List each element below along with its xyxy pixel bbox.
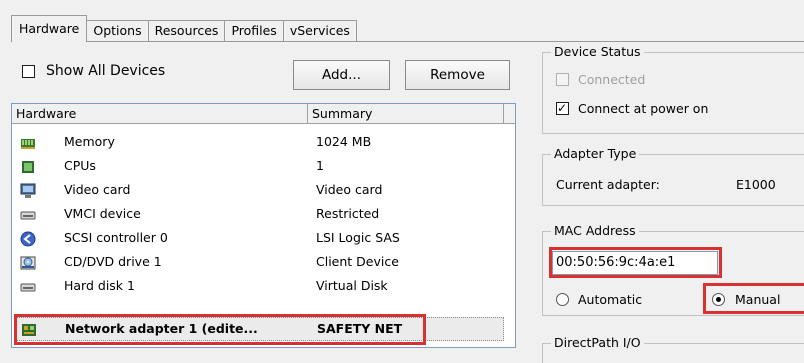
row-name: Video card [64,182,131,197]
memory-icon [21,139,35,149]
manual-label: Manual [735,292,781,307]
connect-at-power-on-label: Connect at power on [578,101,709,116]
row-name: CPUs [64,158,96,173]
connected-checkbox[interactable]: Connected [556,72,645,87]
add-device-button-label: Add... [321,67,361,83]
manual-radio-button[interactable] [712,293,725,306]
row-name: VMCI device [64,206,141,221]
table-row[interactable]: CD/DVD drive 1 Client Device [12,251,515,275]
cd-drive-icon [20,256,36,270]
tab-options[interactable]: Options [87,20,149,42]
row-summary: Client Device [316,254,399,269]
tab-divider [11,41,804,42]
automatic-radio[interactable]: Automatic [556,292,642,307]
row-name: SCSI controller 0 [64,230,168,245]
row-summary: Restricted [316,206,380,221]
scsi-controller-icon [20,231,36,247]
connected-checkbox-box[interactable] [556,73,569,86]
tab-profiles[interactable]: Profiles [225,20,284,42]
column-header-hardware[interactable]: Hardware [12,104,308,124]
row-summary: SAFETY NET [317,321,403,336]
checkbox-box[interactable] [22,64,35,78]
mac-address-input[interactable]: 00:50:56:9c:4a:e1 [552,251,718,275]
row-summary: Virtual Disk [316,278,388,293]
connected-label: Connected [578,72,646,87]
automatic-radio-button[interactable] [556,293,569,306]
connect-at-power-on-checkbox[interactable]: ✓ Connect at power on [556,101,708,116]
tab-vservices[interactable]: vServices [283,20,357,42]
device-status-legend: Device Status [551,44,644,60]
cpu-icon [22,161,34,173]
hardware-table: Hardware Summary Memory 1024 MB CPUs 1 V… [11,103,516,348]
table-header: Hardware Summary [12,104,515,124]
directpath-legend: DirectPath I/O [551,335,644,351]
directpath-group: DirectPath I/O [542,335,804,363]
tab-resources[interactable]: Resources [148,20,226,42]
network-adapter-icon [22,324,36,336]
table-row[interactable]: VMCI device Restricted [12,203,515,227]
tab-strip: Hardware Options Resources Profiles vSer… [11,14,357,42]
device-icon [20,211,36,220]
row-name: Network adapter 1 (edite... [65,321,258,336]
tab-hardware[interactable]: Hardware [11,15,88,42]
device-status-group: Device Status [542,44,804,134]
table-row-selected[interactable]: Network adapter 1 (edite... SAFETY NET [16,317,504,341]
row-summary: LSI Logic SAS [316,230,400,245]
row-name: Memory [64,134,115,149]
automatic-label: Automatic [578,292,643,307]
table-row[interactable]: CPUs 1 [12,155,515,179]
monitor-icon [20,183,36,198]
connect-at-power-on-checkbox-box[interactable]: ✓ [556,101,569,115]
current-adapter-value-row: E1000 [736,177,776,192]
add-device-button[interactable]: Add... [293,60,390,90]
row-summary: 1 [316,158,324,173]
row-name: Hard disk 1 [64,278,135,293]
hard-disk-icon [20,283,36,292]
column-header-summary[interactable]: Summary [308,104,504,124]
row-name: CD/DVD drive 1 [64,254,162,269]
row-summary: Video card [316,182,383,197]
remove-device-button-label: Remove [430,67,485,83]
manual-radio[interactable]: Manual [712,292,780,307]
row-summary: 1024 MB [316,134,372,149]
table-row[interactable]: SCSI controller 0 LSI Logic SAS [12,227,515,251]
show-all-devices-checkbox[interactable]: Show All Devices [22,63,165,79]
remove-device-button[interactable]: Remove [405,60,510,90]
current-adapter-value: E1000 [736,177,776,192]
table-row[interactable]: Video card Video card [12,179,515,203]
show-all-devices-label: Show All Devices [46,63,166,79]
current-adapter-row: Current adapter: [556,177,660,192]
header-spacer [503,104,515,124]
table-row[interactable]: Hard disk 1 Virtual Disk [12,275,515,299]
mac-address-legend: MAC Address [551,223,639,239]
adapter-type-legend: Adapter Type [551,146,640,162]
table-row[interactable]: Memory 1024 MB [12,131,515,155]
check-mark-icon: ✓ [557,101,568,115]
current-adapter-label: Current adapter: [556,177,660,192]
